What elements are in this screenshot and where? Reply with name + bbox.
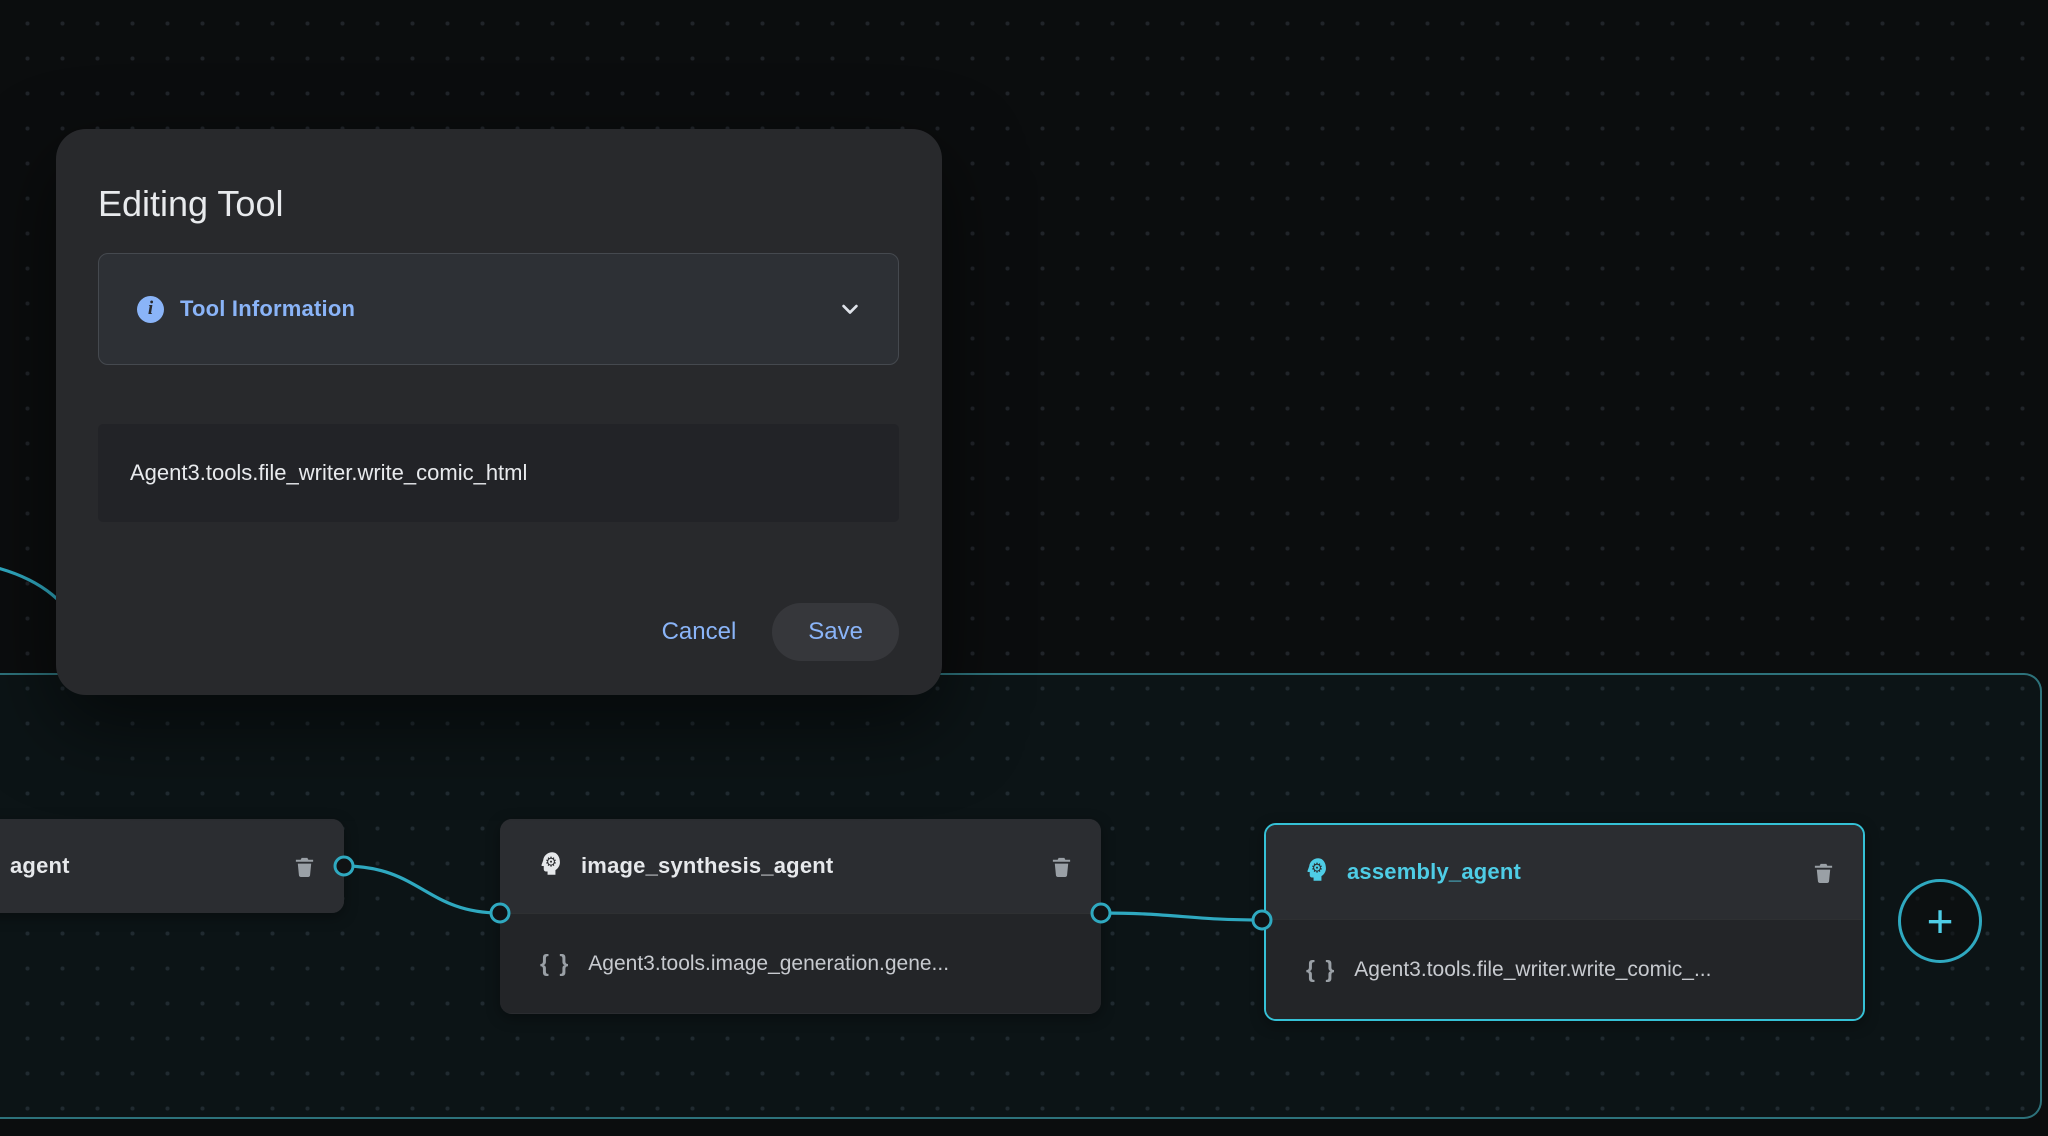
tool-information-section[interactable]: i Tool Information: [98, 253, 899, 365]
tool-path: Agent3.tools.file_writer.write_comic_...: [1354, 958, 1711, 982]
node-agent-header: agent: [0, 819, 344, 913]
canvas: { "modal": { "title": "Editing Tool", "t…: [0, 0, 2048, 1136]
psychology-icon: ⚙: [1304, 856, 1331, 888]
section-label: Tool Information: [180, 296, 355, 322]
plus-icon: +: [1927, 898, 1954, 944]
svg-text:⚙: ⚙: [1311, 860, 1323, 876]
delete-node-button[interactable]: [292, 854, 316, 878]
cancel-button[interactable]: Cancel: [640, 618, 759, 646]
node-title: image_synthesis_agent: [581, 853, 833, 879]
tool-path: Agent3.tools.image_generation.gene...: [588, 952, 949, 976]
modal-title: Editing Tool: [98, 183, 900, 225]
node-agent[interactable]: agent: [0, 819, 344, 913]
chevron-down-icon[interactable]: [836, 295, 864, 323]
trash-icon: [1050, 855, 1073, 878]
delete-node-button[interactable]: [1049, 854, 1073, 878]
node-tool-chip[interactable]: { } Agent3.tools.image_generation.gene..…: [500, 913, 1101, 1013]
info-icon: i: [137, 296, 164, 323]
svg-text:⚙: ⚙: [545, 854, 557, 870]
editing-tool-modal: Editing Tool i Tool Information Cancel S…: [56, 129, 942, 695]
node-title: assembly_agent: [1347, 859, 1521, 885]
node-header: ⚙ assembly_agent: [1266, 825, 1863, 919]
save-button[interactable]: Save: [772, 603, 899, 661]
braces-icon: { }: [1306, 956, 1336, 983]
node-title: agent: [10, 853, 70, 879]
trash-icon: [1812, 861, 1835, 884]
node-tool-chip[interactable]: { } Agent3.tools.file_writer.write_comic…: [1266, 919, 1863, 1019]
tool-name-input[interactable]: [98, 424, 899, 522]
node-image-synthesis-agent[interactable]: ⚙ image_synthesis_agent { } Agent3.tools…: [500, 819, 1101, 1014]
node-assembly-agent[interactable]: ⚙ assembly_agent { } Agent3.tools.file_w…: [1264, 823, 1865, 1021]
modal-actions: Cancel Save: [640, 603, 899, 661]
trash-icon: [293, 855, 316, 878]
braces-icon: { }: [540, 950, 570, 977]
psychology-icon: ⚙: [538, 850, 565, 882]
add-node-button[interactable]: +: [1898, 879, 1982, 963]
node-header: ⚙ image_synthesis_agent: [500, 819, 1101, 913]
delete-node-button[interactable]: [1811, 860, 1835, 884]
